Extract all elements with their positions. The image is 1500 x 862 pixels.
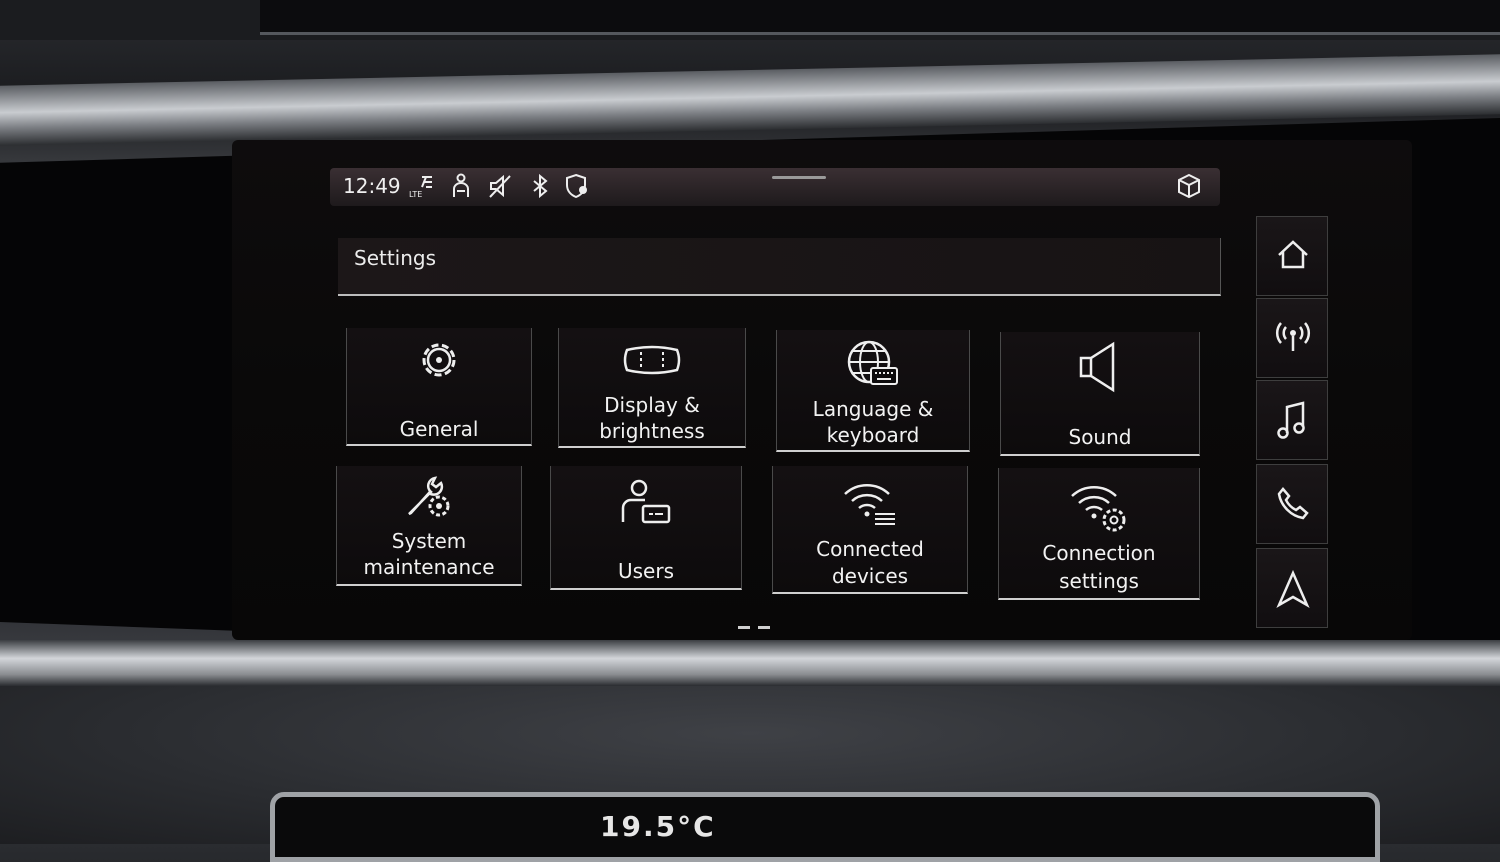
sidebar-radio-button[interactable] <box>1256 298 1328 378</box>
tile-label-line1: Connected <box>816 537 924 561</box>
tile-display-brightness[interactable]: Display & brightness <box>558 328 746 448</box>
climate-display <box>270 792 1380 862</box>
sidebar-navigation-button[interactable] <box>1256 548 1328 628</box>
page-indicator-1[interactable] <box>738 626 750 629</box>
user-icon <box>621 479 671 524</box>
pull-down-handle[interactable] <box>772 176 826 179</box>
tile-label-line1: System <box>391 529 467 553</box>
tile-label: Users <box>617 559 674 583</box>
tile-label-line2: settings <box>1059 569 1139 593</box>
wifi-list-icon <box>844 484 895 525</box>
tile-label-line1: Display & <box>604 393 700 417</box>
bluetooth-icon <box>533 173 548 199</box>
page-title: Settings <box>354 246 437 270</box>
tile-label-line2: keyboard <box>826 423 920 447</box>
page-indicator-2[interactable] <box>758 626 770 629</box>
sidebar-music-button[interactable] <box>1256 380 1328 460</box>
navigation-icon <box>1276 569 1310 608</box>
wrench-gear-icon <box>408 476 450 517</box>
sidebar-phone-button[interactable] <box>1256 464 1328 544</box>
svg-text:LTE: LTE <box>409 190 422 199</box>
privacy-location-icon <box>566 173 587 199</box>
cube-icon[interactable] <box>1176 173 1202 199</box>
tile-label-line2: brightness <box>599 419 705 443</box>
passenger-icon <box>453 173 469 197</box>
tile-label-line1: Connection <box>1042 541 1156 565</box>
mute-icon <box>489 174 511 198</box>
phone-icon <box>1277 487 1309 520</box>
chrome-trim-bottom <box>0 640 1500 686</box>
speaker-icon <box>1079 341 1115 393</box>
tile-label: General <box>399 417 479 441</box>
tile-general[interactable]: General <box>346 328 532 446</box>
gear-icon <box>422 343 456 377</box>
sidebar-home-button[interactable] <box>1256 216 1328 296</box>
globe-keyboard-icon <box>847 340 898 385</box>
tile-label-line1: Language & <box>812 397 934 421</box>
tile-system-maintenance[interactable]: System maintenance <box>336 466 522 586</box>
radio-icon <box>1276 322 1310 351</box>
settings-header <box>338 238 1221 296</box>
tile-users[interactable]: Users <box>550 466 742 590</box>
shortcut-sidebar <box>1256 216 1328 632</box>
tile-connection-settings[interactable]: Connection settings <box>998 468 1200 600</box>
status-time: 12:49 <box>343 174 401 198</box>
tile-label-line2: maintenance <box>363 555 495 579</box>
tile-label-line2: devices <box>831 564 909 588</box>
home-icon <box>1278 240 1308 269</box>
tile-connected-devices[interactable]: Connected devices <box>772 466 968 594</box>
air-vent <box>260 0 1500 35</box>
tile-label: Sound <box>1068 425 1132 449</box>
climate-temperature: 19.5°C <box>600 810 716 843</box>
wifi-gear-icon <box>1071 486 1126 532</box>
display-icon <box>623 345 681 375</box>
tile-language-keyboard[interactable]: Language & keyboard <box>776 330 970 452</box>
music-icon <box>1277 401 1305 439</box>
lte-signal-icon: LTE <box>409 176 432 199</box>
tile-sound[interactable]: Sound <box>1000 332 1200 456</box>
